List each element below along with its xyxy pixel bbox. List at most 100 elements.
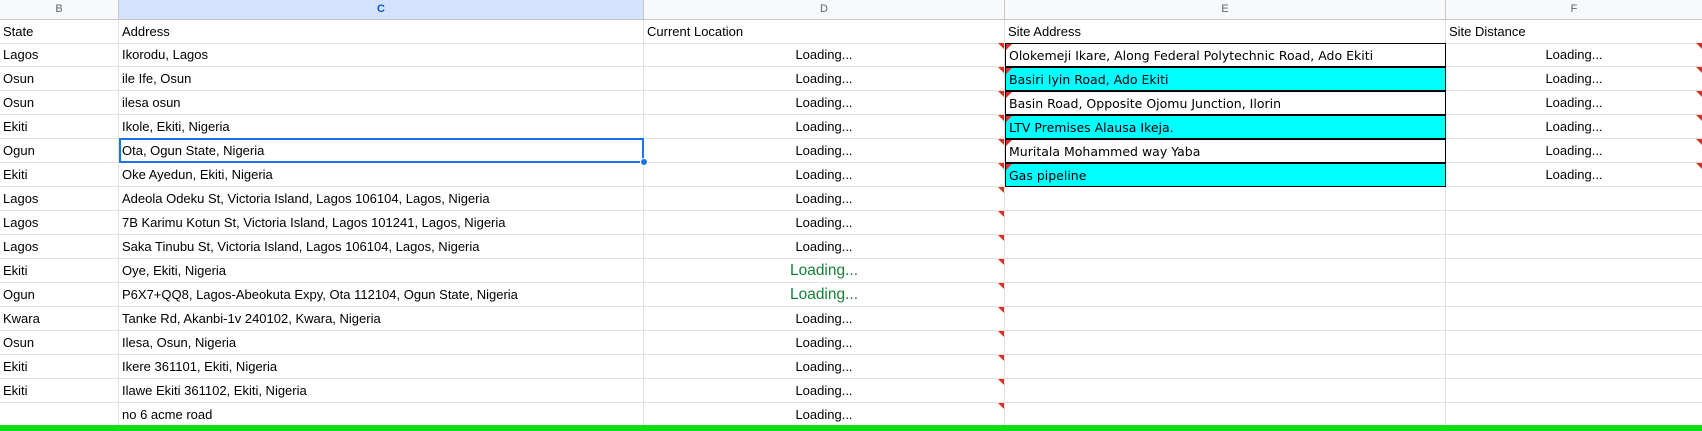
- note-marker[interactable]: [998, 91, 1004, 97]
- state-cell[interactable]: Ekiti: [0, 163, 119, 187]
- current-location-cell[interactable]: Loading...: [644, 43, 1005, 67]
- address-cell[interactable]: Oye, Ekiti, Nigeria: [119, 259, 644, 283]
- note-marker[interactable]: [1696, 91, 1702, 97]
- site-distance-cell[interactable]: [1446, 403, 1702, 427]
- note-marker[interactable]: [1006, 68, 1012, 74]
- site-address-cell[interactable]: [1005, 211, 1446, 235]
- address-cell[interactable]: no 6 acme road: [119, 403, 644, 427]
- site-distance-cell[interactable]: [1446, 259, 1702, 283]
- site-distance-cell[interactable]: Loading...: [1446, 43, 1702, 67]
- state-cell[interactable]: Ekiti: [0, 355, 119, 379]
- note-marker[interactable]: [1696, 67, 1702, 73]
- note-marker[interactable]: [1006, 164, 1012, 170]
- site-address-cell[interactable]: [1005, 379, 1446, 403]
- site-distance-cell[interactable]: [1446, 355, 1702, 379]
- site-address-cell[interactable]: LTV Premises Alausa Ikeja.: [1005, 115, 1446, 139]
- state-cell[interactable]: Lagos: [0, 43, 119, 67]
- header-cell-site-address[interactable]: Site Address: [1005, 20, 1446, 44]
- current-location-cell[interactable]: Loading...: [644, 283, 1005, 307]
- note-marker[interactable]: [998, 43, 1004, 49]
- site-distance-cell[interactable]: Loading...: [1446, 91, 1702, 115]
- current-location-cell[interactable]: Loading...: [644, 379, 1005, 403]
- site-address-cell[interactable]: [1005, 187, 1446, 211]
- column-header-f[interactable]: F: [1446, 0, 1702, 20]
- site-distance-cell[interactable]: [1446, 235, 1702, 259]
- note-marker[interactable]: [1696, 43, 1702, 49]
- note-marker[interactable]: [1006, 44, 1012, 50]
- address-cell[interactable]: ilesa osun: [119, 91, 644, 115]
- note-marker[interactable]: [998, 187, 1004, 193]
- header-cell-state[interactable]: State: [0, 20, 119, 44]
- note-marker[interactable]: [998, 115, 1004, 121]
- site-address-cell[interactable]: Gas pipeline: [1005, 163, 1446, 187]
- site-distance-cell[interactable]: [1446, 283, 1702, 307]
- fill-handle[interactable]: [640, 158, 648, 166]
- note-marker[interactable]: [998, 67, 1004, 73]
- state-cell[interactable]: Lagos: [0, 187, 119, 211]
- note-marker[interactable]: [1696, 115, 1702, 121]
- site-address-cell[interactable]: Olokemeji Ikare, Along Federal Polytechn…: [1005, 43, 1446, 67]
- note-marker[interactable]: [998, 211, 1004, 217]
- note-marker[interactable]: [998, 331, 1004, 337]
- note-marker[interactable]: [1696, 139, 1702, 145]
- address-cell[interactable]: Ikorodu, Lagos: [119, 43, 644, 67]
- site-address-cell[interactable]: [1005, 307, 1446, 331]
- address-cell[interactable]: Tanke Rd, Akanbi-1v 240102, Kwara, Niger…: [119, 307, 644, 331]
- site-address-cell[interactable]: [1005, 235, 1446, 259]
- note-marker[interactable]: [998, 235, 1004, 241]
- state-cell[interactable]: Ogun: [0, 139, 119, 163]
- address-cell[interactable]: Ilawe Ekiti 361102, Ekiti, Nigeria: [119, 379, 644, 403]
- header-cell-current-location[interactable]: Current Location: [644, 20, 1005, 44]
- state-cell[interactable]: Osun: [0, 67, 119, 91]
- column-header-c[interactable]: C: [119, 0, 644, 20]
- note-marker[interactable]: [1006, 92, 1012, 98]
- site-address-cell[interactable]: [1005, 355, 1446, 379]
- site-address-cell[interactable]: Basin Road, Opposite Ojomu Junction, Ilo…: [1005, 91, 1446, 115]
- site-address-cell[interactable]: [1005, 283, 1446, 307]
- current-location-cell[interactable]: Loading...: [644, 211, 1005, 235]
- address-cell[interactable]: ile Ife, Osun: [119, 67, 644, 91]
- site-distance-cell[interactable]: [1446, 331, 1702, 355]
- site-distance-cell[interactable]: [1446, 211, 1702, 235]
- note-marker[interactable]: [998, 139, 1004, 145]
- site-address-cell[interactable]: [1005, 331, 1446, 355]
- note-marker[interactable]: [998, 283, 1004, 289]
- site-distance-cell[interactable]: Loading...: [1446, 139, 1702, 163]
- current-location-cell[interactable]: Loading...: [644, 259, 1005, 283]
- address-cell[interactable]: Ikole, Ekiti, Nigeria: [119, 115, 644, 139]
- note-marker[interactable]: [998, 259, 1004, 265]
- current-location-cell[interactable]: Loading...: [644, 91, 1005, 115]
- state-cell[interactable]: Ogun: [0, 283, 119, 307]
- state-cell[interactable]: Ekiti: [0, 259, 119, 283]
- current-location-cell[interactable]: Loading...: [644, 163, 1005, 187]
- note-marker[interactable]: [1006, 116, 1012, 122]
- site-address-cell[interactable]: Muritala Mohammed way Yaba: [1005, 139, 1446, 163]
- current-location-cell[interactable]: Loading...: [644, 139, 1005, 163]
- site-distance-cell[interactable]: [1446, 307, 1702, 331]
- current-location-cell[interactable]: Loading...: [644, 67, 1005, 91]
- state-cell[interactable]: Lagos: [0, 211, 119, 235]
- address-cell[interactable]: Ikere 361101, Ekiti, Nigeria: [119, 355, 644, 379]
- address-cell[interactable]: Ilesa, Osun, Nigeria: [119, 331, 644, 355]
- note-marker[interactable]: [1006, 140, 1012, 146]
- state-cell[interactable]: Lagos: [0, 235, 119, 259]
- address-cell[interactable]: 7B Karimu Kotun St, Victoria Island, Lag…: [119, 211, 644, 235]
- address-cell[interactable]: P6X7+QQ8, Lagos-Abeokuta Expy, Ota 11210…: [119, 283, 644, 307]
- note-marker[interactable]: [998, 307, 1004, 313]
- site-address-cell[interactable]: [1005, 403, 1446, 427]
- header-cell-site-distance[interactable]: Site Distance: [1446, 20, 1702, 44]
- note-marker[interactable]: [998, 379, 1004, 385]
- current-location-cell[interactable]: Loading...: [644, 235, 1005, 259]
- current-location-cell[interactable]: Loading...: [644, 331, 1005, 355]
- column-header-d[interactable]: D: [644, 0, 1005, 20]
- site-address-cell[interactable]: [1005, 259, 1446, 283]
- state-cell[interactable]: Osun: [0, 91, 119, 115]
- address-cell-selected[interactable]: Ota, Ogun State, Nigeria: [119, 139, 644, 163]
- address-cell[interactable]: Adeola Odeku St, Victoria Island, Lagos …: [119, 187, 644, 211]
- address-cell[interactable]: Saka Tinubu St, Victoria Island, Lagos 1…: [119, 235, 644, 259]
- header-cell-address[interactable]: Address: [119, 20, 644, 44]
- note-marker[interactable]: [998, 403, 1004, 409]
- column-header-e[interactable]: E: [1005, 0, 1446, 20]
- state-cell[interactable]: Osun: [0, 331, 119, 355]
- note-marker[interactable]: [1696, 163, 1702, 169]
